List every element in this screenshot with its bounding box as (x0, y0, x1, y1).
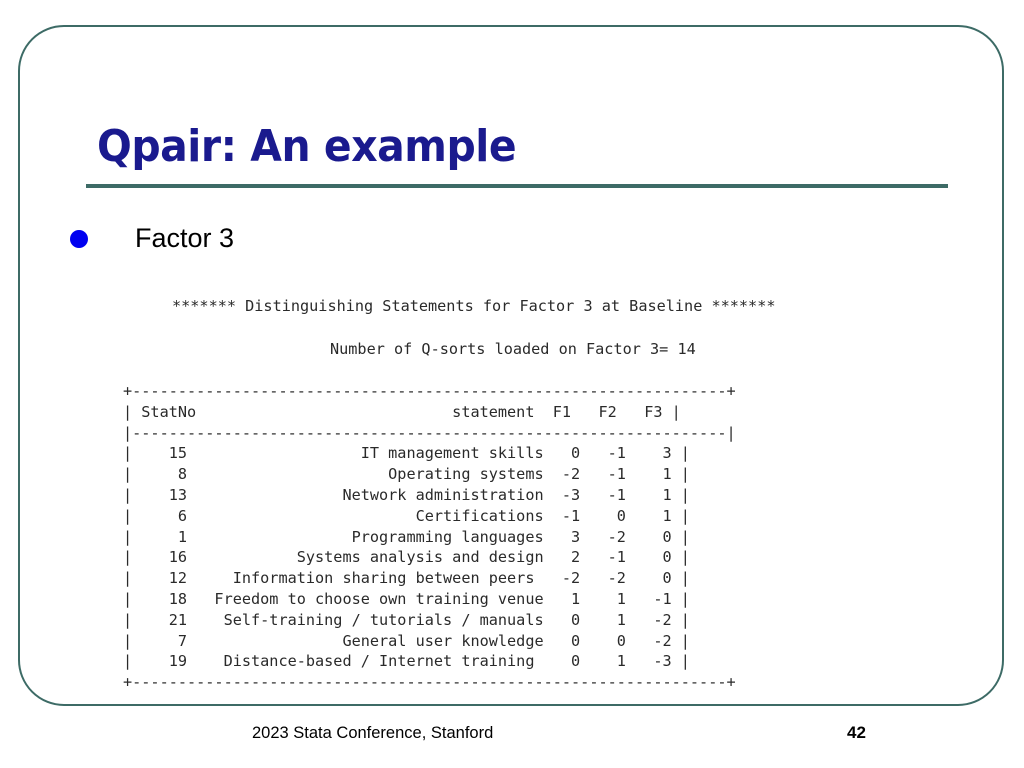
output-header-line: ******* Distinguishing Statements for Fa… (172, 297, 776, 315)
footer-conference-label: 2023 Stata Conference, Stanford (252, 724, 494, 742)
bullet-item-factor-3: Factor 3 (70, 222, 234, 254)
bullet-dot-icon (70, 230, 88, 248)
slide-canvas: Qpair: An example Factor 3 ******* Disti… (0, 0, 1024, 768)
footer-page-number: 42 (847, 723, 866, 742)
bullet-item-label: Factor 3 (135, 223, 235, 253)
title-underline-rule (86, 184, 948, 188)
distinguishing-statements-table: +---------------------------------------… (123, 382, 736, 692)
output-subheader-line: Number of Q-sorts loaded on Factor 3= 14 (330, 340, 696, 358)
page-title: Qpair: An example (97, 121, 517, 172)
